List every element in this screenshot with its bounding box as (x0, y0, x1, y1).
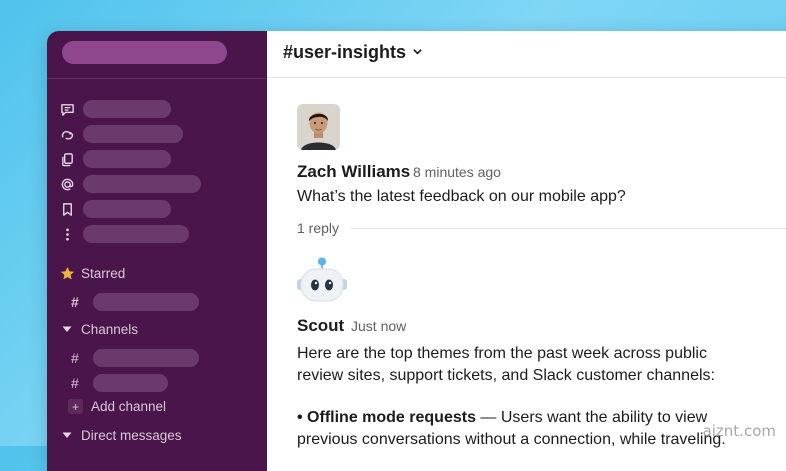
message-timestamp[interactable]: Just now (351, 318, 406, 334)
sidebar-item-mentions[interactable] (59, 175, 201, 193)
sidebar-item-placeholder (83, 225, 189, 243)
message-bullet: • Offline mode requests — Users want the… (297, 406, 707, 429)
section-channels[interactable]: Channels (59, 321, 138, 337)
sidebar-item-placeholder (83, 125, 183, 143)
sidebar-item-huddles[interactable] (59, 125, 183, 143)
divider (351, 227, 786, 229)
sidebar: Starred # Channels # # + Add channel Dir… (47, 31, 267, 471)
watermark: aiznt.com (702, 422, 776, 440)
sidebar-item-placeholder (83, 100, 171, 118)
reply-count[interactable]: 1 reply (297, 220, 339, 236)
channel-name-placeholder (93, 374, 168, 392)
caret-down-icon (59, 427, 75, 443)
channel-title: #user-insights (283, 42, 407, 62)
sidebar-divider (47, 78, 267, 79)
message-author[interactable]: Zach Williams (297, 162, 410, 182)
sidebar-item-more[interactable] (59, 225, 189, 243)
sidebar-item-placeholder (83, 200, 171, 218)
sidebar-item-threads[interactable] (59, 100, 171, 118)
thread-replies[interactable]: 1 reply (297, 220, 786, 236)
section-direct-messages-label: Direct messages (81, 427, 182, 443)
channel-name-placeholder (93, 293, 199, 311)
sidebar-item-saved[interactable] (59, 200, 171, 218)
section-direct-messages[interactable]: Direct messages (59, 427, 182, 443)
bullet-text: — Users want the ability to view (475, 409, 708, 426)
hash-icon: # (71, 375, 79, 391)
workspace-name-placeholder[interactable] (62, 41, 227, 64)
mentions-icon (59, 176, 75, 192)
channel-item[interactable]: # (71, 349, 199, 367)
scout-bot-avatar[interactable] (294, 257, 350, 303)
message-bullet-continued: previous conversations without a connect… (297, 431, 726, 448)
section-starred-label: Starred (81, 265, 126, 281)
drafts-icon (59, 151, 75, 167)
message-text: What’s the latest feedback on our mobile… (297, 188, 626, 205)
section-channels-label: Channels (81, 321, 139, 337)
add-channel-label: Add channel (91, 399, 167, 414)
slack-window: Starred # Channels # # + Add channel Dir… (47, 31, 786, 471)
avatar[interactable] (297, 104, 340, 150)
channel-item-starred[interactable]: # (71, 293, 199, 311)
hash-icon: # (71, 350, 79, 366)
sidebar-item-placeholder (83, 150, 171, 168)
caret-down-icon (59, 321, 75, 337)
chevron-down-icon (412, 46, 423, 60)
bullet-title: • Offline mode requests (297, 409, 476, 426)
channel-title-button[interactable]: #user-insights (283, 42, 423, 63)
plus-icon: + (68, 399, 83, 414)
message-text-line: review sites, support tickets, and Slack… (297, 367, 715, 384)
sidebar-item-placeholder (83, 175, 201, 193)
message-timestamp[interactable]: 8 minutes ago (413, 164, 501, 180)
threads-icon (59, 101, 75, 117)
saved-icon (59, 201, 75, 217)
message-text-line: Here are the top themes from the past we… (297, 345, 707, 362)
channel-name-placeholder (93, 349, 199, 367)
channel-pane: #user-insights 74 (267, 31, 786, 471)
more-icon (59, 226, 75, 242)
channel-header: #user-insights 74 (267, 31, 786, 78)
hash-icon: # (71, 294, 79, 310)
star-icon (59, 265, 75, 281)
channel-item[interactable]: # (71, 374, 168, 392)
message-author[interactable]: Scout (297, 316, 344, 336)
sidebar-item-drafts[interactable] (59, 150, 171, 168)
section-starred[interactable]: Starred (59, 265, 125, 281)
add-channel-button[interactable]: + Add channel (68, 399, 166, 414)
huddles-icon (59, 126, 75, 142)
